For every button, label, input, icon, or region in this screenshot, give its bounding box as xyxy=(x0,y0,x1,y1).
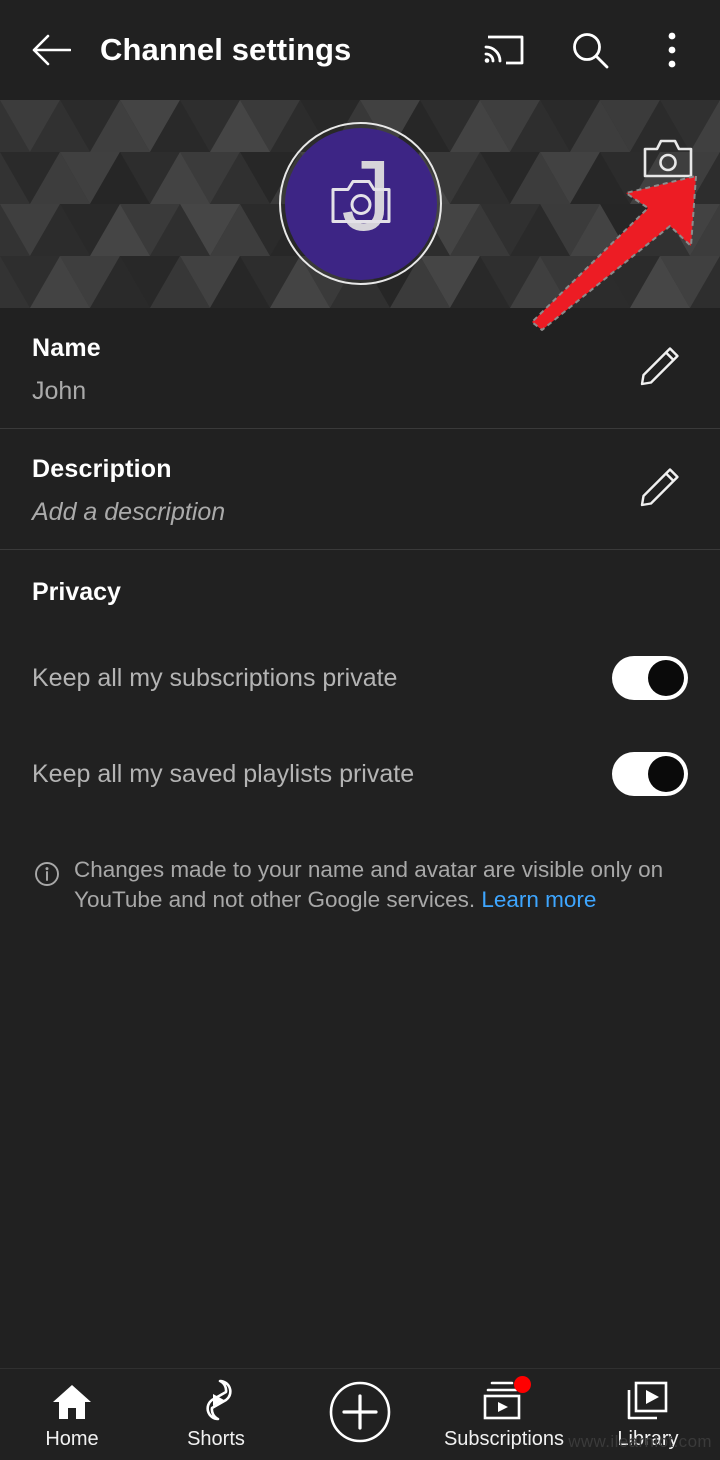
pencil-icon[interactable] xyxy=(630,461,686,517)
toggle-label: Keep all my subscriptions private xyxy=(32,663,398,692)
banner-camera-button[interactable] xyxy=(642,133,694,185)
nav-label: Home xyxy=(45,1428,99,1450)
avatar-circle: J xyxy=(284,127,437,280)
nav-item-home[interactable]: Home xyxy=(0,1369,144,1460)
watermark: www.ilearnlot.com xyxy=(568,1432,712,1451)
home-icon xyxy=(51,1378,93,1422)
shorts-icon xyxy=(195,1378,237,1422)
info-circle-icon xyxy=(34,861,60,915)
avatar[interactable]: J xyxy=(279,122,442,285)
nav-item-create[interactable] xyxy=(288,1369,432,1460)
info-note: Changes made to your name and avatar are… xyxy=(0,833,720,915)
search-icon[interactable] xyxy=(560,20,620,80)
bottom-navigation: Home Shorts Subscriptions Library www.il… xyxy=(0,1368,720,1460)
toggle-row-subscriptions-private[interactable]: Keep all my subscriptions private xyxy=(32,641,688,715)
page-title: Channel settings xyxy=(100,32,352,67)
info-note-text: Changes made to your name and avatar are… xyxy=(74,855,686,915)
more-vertical-icon[interactable] xyxy=(642,20,702,80)
privacy-section: Privacy Keep all my subscriptions privat… xyxy=(0,550,720,811)
nav-item-shorts[interactable]: Shorts xyxy=(144,1369,288,1460)
channel-banner[interactable]: J xyxy=(0,100,720,308)
subscriptions-private-toggle[interactable] xyxy=(612,656,688,700)
notification-badge xyxy=(514,1376,531,1393)
description-value: Add a description xyxy=(32,498,226,526)
privacy-title: Privacy xyxy=(32,578,121,606)
toggle-knob xyxy=(648,660,684,696)
subscriptions-icon xyxy=(479,1376,531,1422)
app-header: Channel settings xyxy=(0,0,720,100)
channel-settings-screen: Channel settings J Name John Description… xyxy=(0,0,720,1460)
nav-label: Shorts xyxy=(187,1428,245,1450)
toggle-knob xyxy=(648,756,684,792)
back-arrow-icon[interactable] xyxy=(22,21,80,79)
toggle-label: Keep all my saved playlists private xyxy=(32,759,415,788)
description-label: Description xyxy=(32,455,172,483)
playlists-private-toggle[interactable] xyxy=(612,752,688,796)
library-icon xyxy=(625,1378,671,1422)
name-row[interactable]: Name John xyxy=(0,308,720,429)
toggle-row-playlists-private[interactable]: Keep all my saved playlists private xyxy=(32,737,688,811)
cast-icon[interactable] xyxy=(474,20,534,80)
learn-more-link[interactable]: Learn more xyxy=(481,887,596,912)
pencil-icon[interactable] xyxy=(630,340,686,396)
nav-item-subscriptions[interactable]: Subscriptions xyxy=(432,1369,576,1460)
create-plus-icon xyxy=(328,1381,392,1442)
camera-icon xyxy=(330,176,392,231)
nav-label: Subscriptions xyxy=(443,1428,565,1450)
name-label: Name xyxy=(32,334,101,362)
name-value: John xyxy=(32,377,87,405)
description-row[interactable]: Description Add a description xyxy=(0,429,720,550)
